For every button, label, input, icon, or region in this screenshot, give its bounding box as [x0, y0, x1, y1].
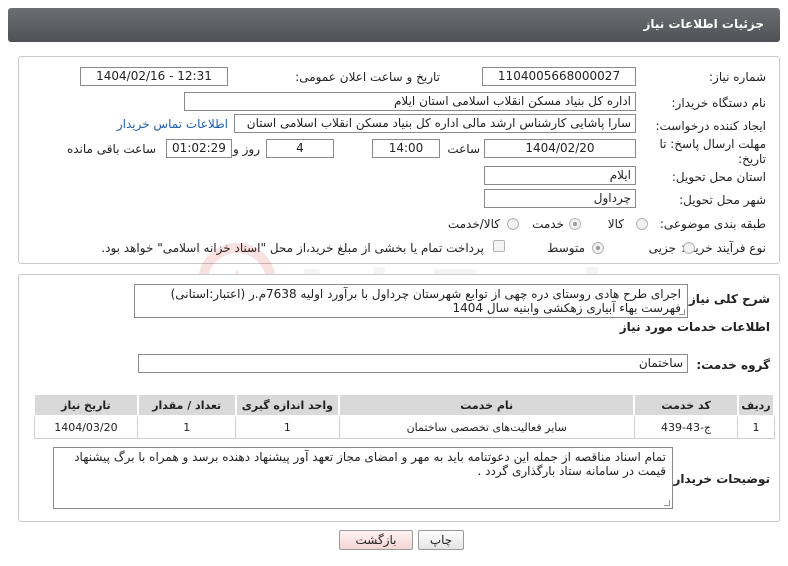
- process-medium-label: متوسط: [547, 241, 585, 255]
- city-field: چرداول: [484, 189, 636, 208]
- category-goods-radio[interactable]: [636, 218, 648, 230]
- need-number-label: شماره نیاز:: [709, 70, 766, 84]
- deadline-time-label: ساعت: [447, 142, 480, 156]
- deadline-date-field: 1404/02/20: [484, 139, 636, 158]
- buyer-org-label: نام دستگاه خریدار:: [671, 96, 767, 110]
- cell-service-code: ج-43-439: [633, 415, 739, 439]
- cell-date: 1404/03/20: [33, 415, 139, 439]
- creator-field: سارا پاشایی کارشناس ارشد مالی اداره کل ب…: [234, 114, 636, 133]
- treasury-payment-checkbox[interactable]: [493, 240, 505, 252]
- buyer-contact-link[interactable]: اطلاعات تماس خریدار: [117, 117, 228, 131]
- category-label: طبقه بندی موضوعی:: [659, 217, 766, 231]
- category-goods-service-radio[interactable]: [507, 218, 519, 230]
- col-date: تاریخ نیاز: [33, 393, 139, 417]
- buyer-notes-textarea: تمام اسناد مناقصه از جمله این دعوتنامه ب…: [53, 447, 673, 509]
- print-button[interactable]: چاپ: [418, 530, 464, 550]
- buyer-notes-label: توضیحات خریدار:: [668, 472, 770, 486]
- deadline-label: مهلت ارسال پاسخ: تا: [659, 137, 766, 151]
- province-label: استان محل تحویل:: [671, 170, 766, 184]
- cell-unit: 1: [235, 415, 340, 439]
- col-row: ردیف: [736, 393, 776, 417]
- payment-note: پرداخت تمام یا بخشی از مبلغ خرید،از محل …: [101, 241, 484, 255]
- col-unit: واحد اندازه گیری: [234, 393, 341, 417]
- buyer-org-field: اداره کل بنیاد مسکن انقلاب اسلامی استان …: [184, 92, 636, 111]
- table-row: 1404/03/20 1 1 سایر فعالیت‌های تخصصی ساخ…: [33, 415, 775, 439]
- service-group-field: ساختمان: [138, 354, 688, 373]
- back-button[interactable]: بازگشت: [339, 530, 413, 550]
- deadline-time-field: 14:00: [372, 139, 440, 158]
- category-service-label: خدمت: [532, 217, 564, 231]
- announce-field: 1404/02/16 - 12:31: [80, 67, 228, 86]
- process-minor-label: جزیی: [648, 241, 676, 255]
- col-service-name: نام خدمت: [338, 393, 636, 417]
- table-header-row: تاریخ نیاز تعداد / مقدار واحد اندازه گیر…: [33, 393, 776, 417]
- buyer-notes-line-2: قیمت در سامانه ستاد بارگذاری گردد .: [477, 464, 666, 478]
- services-table: تاریخ نیاز تعداد / مقدار واحد اندازه گیر…: [33, 393, 776, 439]
- category-goods-service-label: کالا/خدمت: [447, 217, 500, 231]
- remaining-time-field: 01:02:29: [166, 139, 232, 158]
- days-label: روز و: [233, 142, 260, 156]
- page-title: جزئیات اطلاعات نیاز: [643, 17, 764, 31]
- col-service-code: کد خدمت: [633, 393, 739, 417]
- service-group-label: گروه خدمت:: [696, 358, 770, 372]
- process-minor-radio[interactable]: [683, 242, 695, 254]
- summary-line-1: اجرای طرح هادی روستای دره چهی از توابع ش…: [170, 287, 681, 301]
- days-field: 4: [266, 139, 334, 158]
- announce-label: تاریخ و ساعت اعلان عمومی:: [295, 70, 440, 84]
- province-field: ایلام: [484, 166, 636, 185]
- summary-textarea: اجرای طرح هادی روستای دره چهی از توابع ش…: [134, 284, 688, 318]
- info-panel: [18, 56, 780, 264]
- summary-line-2: فهرست بهاء آبیاری زهکشی وابنیه سال 1404: [452, 301, 682, 315]
- cell-qty: 1: [137, 415, 237, 439]
- page-header: جزئیات اطلاعات نیاز: [8, 8, 780, 42]
- cell-service-name: سایر فعالیت‌های تخصصی ساختمان: [338, 415, 635, 439]
- cell-row: 1: [737, 415, 775, 439]
- services-section-title: اطلاعات خدمات مورد نیاز: [619, 320, 770, 334]
- resize-handle-icon[interactable]: [664, 500, 670, 506]
- col-qty: تعداد / مقدار: [136, 393, 237, 417]
- creator-label: ایجاد کننده درخواست:: [655, 119, 766, 133]
- city-label: شهر محل تحویل:: [679, 193, 766, 207]
- category-service-radio[interactable]: [569, 218, 581, 230]
- deadline-label-date: تاریخ:: [738, 152, 766, 166]
- buyer-notes-line-1: تمام اسناد مناقصه از جمله این دعوتنامه ب…: [74, 450, 666, 464]
- remaining-label: ساعت باقی مانده: [66, 142, 156, 156]
- category-goods-label: کالا: [607, 217, 624, 231]
- summary-label: شرح کلی نیاز:: [684, 292, 770, 306]
- process-medium-radio[interactable]: [592, 242, 604, 254]
- resize-handle-icon[interactable]: [679, 309, 685, 315]
- need-number-field: 1104005668000027: [482, 67, 636, 86]
